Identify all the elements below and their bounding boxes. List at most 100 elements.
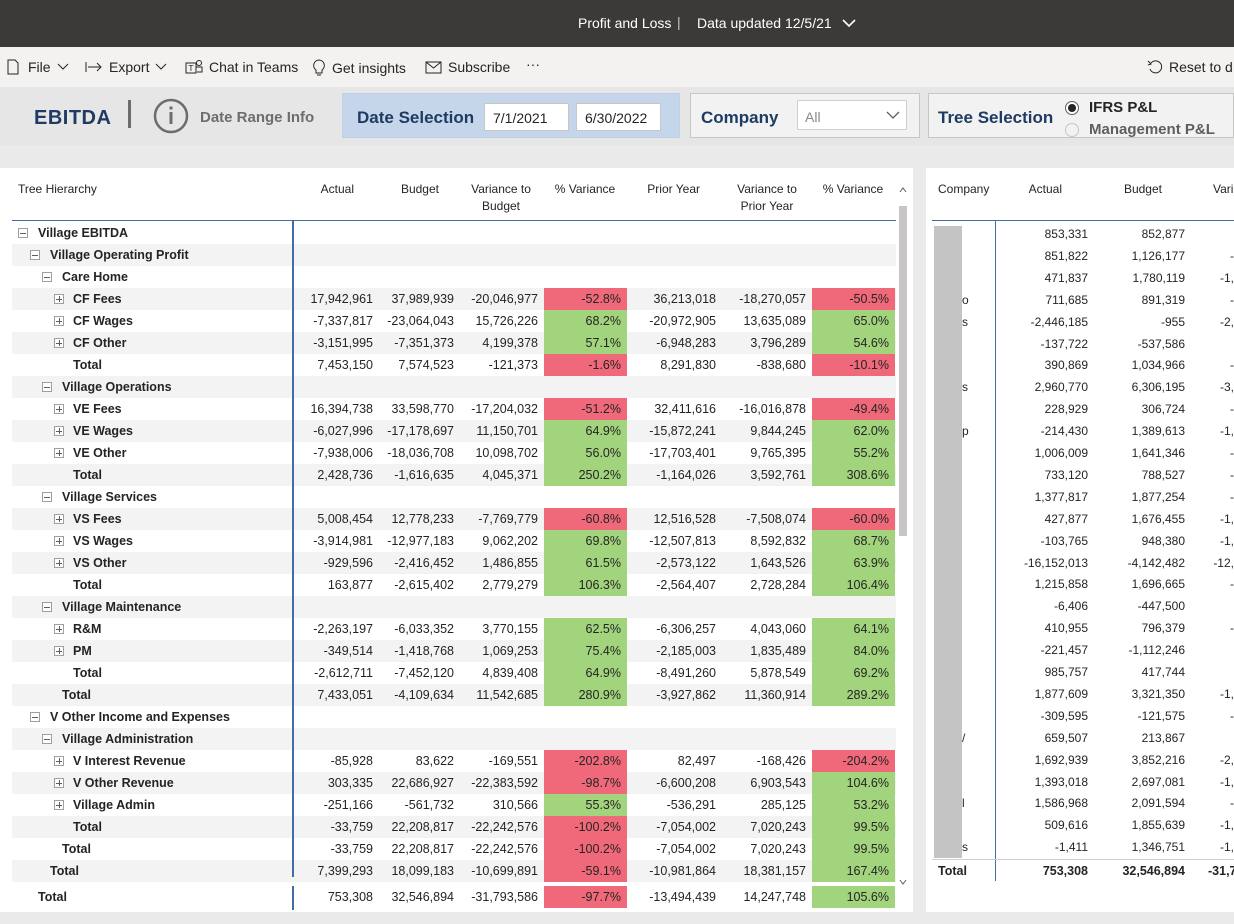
table-row: CF Fees 17,942,961 37,989,939 -20,046,977 -5… [12, 288, 896, 310]
expand-plus-icon[interactable] [54, 514, 64, 524]
cell-var-budget: -121,373 [488, 358, 538, 372]
expand-plus-icon[interactable] [54, 536, 64, 546]
row-label: VE Fees [73, 402, 122, 416]
company-cell-budget: 788,527 [1141, 467, 1185, 482]
company-header-budget[interactable]: Budget [1100, 181, 1162, 198]
radio-ifrs-pl[interactable]: IFRS P&L [1065, 99, 1157, 116]
table-row: Total -2,612,711 -7,452,120 4,839,408 64.9% -… [12, 662, 896, 684]
company-header-actual[interactable]: Actual [1010, 181, 1062, 198]
cell-prior-year: -6,600,208 [656, 776, 716, 790]
expand-plus-icon[interactable] [54, 646, 64, 656]
company-row: o 711,685 891,319 - [932, 289, 1234, 311]
company-row: 1,006,009 1,641,346 - [932, 442, 1234, 464]
cell-pct1: -100.2% [544, 816, 627, 838]
header-pct-variance[interactable]: % Variance [548, 181, 622, 198]
cell-budget: -18,036,708 [387, 446, 454, 460]
reset-to-default-button[interactable]: Reset to d [1147, 59, 1233, 75]
end-date-input[interactable]: 6/30/2022 [576, 103, 661, 131]
collapse-minus-icon[interactable] [30, 250, 40, 260]
cell-prior-year: -2,573,122 [656, 556, 716, 570]
cell-prior-year: -7,054,002 [656, 820, 716, 834]
cell-pct2: 308.6% [812, 464, 895, 486]
header-tree-hierarchy[interactable]: Tree Hierarchy [18, 181, 97, 198]
company-header[interactable]: Company [938, 181, 989, 198]
company-cell-variance: - [1230, 446, 1234, 460]
get-insights-button[interactable]: Get insights [312, 59, 406, 77]
collapse-minus-icon[interactable] [42, 734, 52, 744]
row-label: Total [62, 842, 91, 856]
collapse-minus-icon[interactable] [18, 228, 28, 238]
table-row: Total 2,428,736 -1,616,635 4,045,371 250.2% -… [12, 464, 896, 486]
cell-actual: -33,759 [330, 842, 373, 856]
cell-var-py: 7,020,243 [750, 820, 806, 834]
expand-plus-icon[interactable] [54, 558, 64, 568]
collapse-minus-icon[interactable] [30, 712, 40, 722]
header-variance-to-budget[interactable]: Variance to Budget [462, 181, 540, 215]
company-cell-code [962, 705, 992, 727]
collapse-minus-icon[interactable] [42, 382, 52, 392]
table-row: VE Fees 16,394,738 33,598,770 -17,204,032 -5… [12, 398, 896, 420]
reset-label: Reset to d [1169, 59, 1233, 75]
cell-var-budget: 310,566 [492, 798, 538, 812]
scroll-thumb[interactable] [899, 206, 907, 536]
grand-total-pct1: -97.7% [544, 886, 627, 908]
company-row: 985,757 417,744 [932, 661, 1234, 683]
header-pct-variance-2[interactable]: % Variance [816, 181, 890, 198]
subscribe-button[interactable]: Subscribe [425, 59, 510, 75]
company-cell-code [962, 530, 992, 552]
data-updated-text[interactable]: Data updated 12/5/21 [697, 15, 832, 31]
export-menu[interactable]: Export [85, 59, 167, 75]
expand-plus-icon[interactable] [54, 294, 64, 304]
more-options-button[interactable]: ··· [526, 56, 540, 72]
header-variance-to-prior-year[interactable]: Variance to Prior Year [728, 181, 806, 215]
collapse-minus-icon[interactable] [42, 492, 52, 502]
expand-plus-icon[interactable] [54, 448, 64, 458]
cell-pct1: 55.3% [544, 794, 627, 816]
table-row: VS Other -929,596 -2,416,452 1,486,855 61.5%… [12, 552, 896, 574]
chat-in-teams-button[interactable]: T Chat in Teams [185, 59, 298, 75]
company-row: s -1,411 1,346,751 -1, [932, 836, 1234, 858]
header-budget[interactable]: Budget [380, 181, 439, 198]
company-cell-budget: 2,697,081 [1131, 774, 1185, 789]
cell-budget: 37,989,939 [391, 292, 454, 306]
company-dropdown[interactable]: All [797, 100, 907, 130]
expand-plus-icon[interactable] [54, 778, 64, 788]
expand-plus-icon[interactable] [54, 756, 64, 766]
company-cell-code [962, 354, 992, 376]
cell-pct2: 99.5% [812, 816, 895, 838]
cell-var-py: 18,381,157 [743, 864, 806, 878]
cell-pct1: 68.2% [544, 310, 627, 332]
start-date-input[interactable]: 7/1/2021 [484, 103, 569, 131]
collapse-minus-icon[interactable] [42, 272, 52, 282]
collapse-minus-icon[interactable] [42, 602, 52, 612]
company-cell-actual: 390,869 [1044, 358, 1088, 373]
company-row: -16,152,013 -4,142,482 -12, [932, 552, 1234, 574]
company-cell-code: p [962, 424, 969, 439]
company-cell-budget: 1,696,665 [1131, 577, 1185, 592]
company-cell-actual: 1,692,939 [1034, 752, 1088, 767]
cell-actual: -33,759 [330, 820, 373, 834]
file-menu[interactable]: File [6, 59, 69, 75]
table-row: Total 7,433,051 -4,109,634 11,542,685 280.9%… [12, 684, 896, 706]
cell-prior-year: -1,164,026 [656, 468, 716, 482]
company-row: -103,765 948,380 -1, [932, 530, 1234, 552]
matrix-scrollbar[interactable] [897, 180, 909, 890]
expand-plus-icon[interactable] [54, 426, 64, 436]
header-actual[interactable]: Actual [300, 181, 354, 198]
company-header-variance[interactable]: Vari [1213, 181, 1233, 198]
scroll-up-icon[interactable] [899, 186, 907, 194]
company-cell-budget: 213,867 [1141, 730, 1185, 745]
expand-plus-icon[interactable] [54, 338, 64, 348]
info-icon[interactable] [153, 98, 189, 134]
expand-plus-icon[interactable] [54, 624, 64, 634]
expand-plus-icon[interactable] [54, 404, 64, 414]
radio-management-pl[interactable]: Management P&L [1065, 121, 1215, 138]
expand-plus-icon[interactable] [54, 316, 64, 326]
header-line: Budget [481, 199, 521, 213]
company-cell-budget: 1,389,613 [1131, 424, 1185, 439]
scroll-down-icon[interactable] [899, 878, 907, 886]
header-prior-year[interactable]: Prior Year [640, 181, 700, 198]
date-range-info-label[interactable]: Date Range Info [200, 109, 314, 126]
expand-plus-icon[interactable] [54, 800, 64, 810]
chevron-down-icon[interactable] [842, 18, 856, 28]
